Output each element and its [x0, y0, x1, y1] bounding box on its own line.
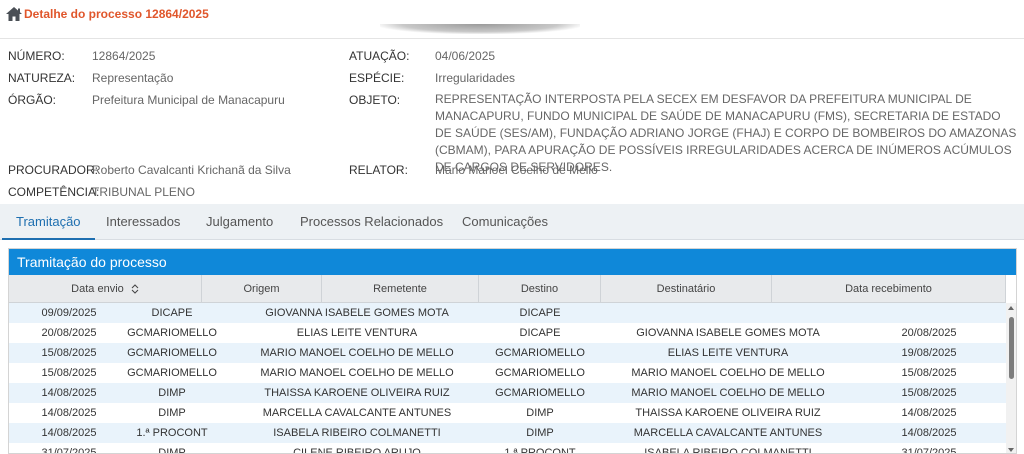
column-header-destinatario[interactable]: Destinatário: [601, 275, 772, 303]
column-header-remetente[interactable]: Remetente: [322, 275, 479, 303]
cell-remetente: ELIAS LEITE VENTURA: [296, 327, 418, 339]
cell-data-recebimento: [879, 303, 979, 323]
table-row[interactable]: 09/09/2025 DICAPE GIOVANNA ISABELE GOMES…: [9, 303, 1006, 323]
cell-destino: GCMARIOMELLO: [495, 367, 585, 379]
natureza-value: Representação: [92, 71, 174, 85]
tab-tramitacao[interactable]: Tramitação: [2, 204, 94, 240]
cell-destino: DICAPE: [519, 307, 561, 319]
cell-destinatario: GIOVANNA ISABELE GOMES MOTA: [636, 327, 820, 339]
numero-value: 12864/2025: [92, 49, 156, 63]
table-row[interactable]: 20/08/2025 GCMARIOMELLO ELIAS LEITE VENT…: [9, 323, 1006, 343]
cell-remetente: GIOVANNA ISABELE GOMES MOTA: [265, 307, 449, 319]
table-row[interactable]: 14/08/2025 1.ª PROCONT ISABELA RIBEIRO C…: [9, 423, 1006, 443]
cell-origem: DIMP: [158, 387, 186, 399]
table-row[interactable]: 14/08/2025 DIMP MARCELLA CAVALCANTE ANTU…: [9, 403, 1006, 423]
cell-data-recebimento: 14/08/2025: [901, 427, 957, 439]
cell-data-recebimento: 15/08/2025: [901, 367, 957, 379]
header-banner-image: [380, 24, 580, 34]
scroll-thumb[interactable]: [1009, 317, 1014, 379]
procurador-label: PROCURADOR:: [8, 163, 99, 177]
cell-destino: DIMP: [526, 407, 554, 419]
relator-value: Mario Manoel Coelho de Mello: [435, 163, 598, 177]
cell-destinatario: THAISSA KAROENE OLIVEIRA RUIZ: [635, 407, 821, 419]
cell-origem: 1.ª PROCONT: [136, 427, 208, 439]
cell-origem: DIMP: [158, 447, 186, 454]
sort-icon[interactable]: [131, 284, 139, 294]
column-header-origem[interactable]: Origem: [202, 275, 322, 303]
cell-origem: DICAPE: [151, 307, 193, 319]
cell-data-envio: 14/08/2025: [41, 387, 97, 399]
cell-data-envio: 14/08/2025: [41, 407, 97, 419]
cell-remetente: MARIO MANOEL COELHO DE MELLO: [260, 347, 454, 359]
cell-data-recebimento: 31/07/2025: [901, 447, 957, 454]
atuacao-label: ATUAÇÃO:: [349, 49, 410, 63]
cell-destinatario: ISABELA RIBEIRO COLMANETTI: [644, 447, 812, 454]
panel-title: Tramitação do processo: [9, 249, 1016, 275]
natureza-label: NATUREZA:: [8, 71, 76, 85]
cell-destino: GCMARIOMELLO: [495, 387, 585, 399]
cell-destinatario: MARCELLA CAVALCANTE ANTUNES: [633, 427, 823, 439]
cell-destino: DICAPE: [519, 327, 561, 339]
column-header-data-recebimento[interactable]: Data recebimento: [772, 275, 1006, 303]
cell-remetente: CILENE RIBEIRO ARUJO: [293, 447, 421, 454]
competencia-label: COMPETÊNCIA:: [8, 185, 100, 199]
especie-label: ESPÉCIE:: [349, 71, 405, 85]
cell-remetente: ISABELA RIBEIRO COLMANETTI: [273, 427, 441, 439]
table-row[interactable]: 31/07/2025 DIMP CILENE RIBEIRO ARUJO 1.ª…: [9, 443, 1006, 454]
numero-label: NÚMERO:: [8, 49, 65, 63]
scroll-down-icon[interactable]: [1008, 448, 1014, 452]
scroll-up-icon[interactable]: [1008, 306, 1014, 310]
table-row[interactable]: 14/08/2025 DIMP THAISSA KAROENE OLIVEIRA…: [9, 383, 1006, 403]
cell-data-recebimento: 19/08/2025: [901, 347, 957, 359]
home-icon[interactable]: [5, 6, 23, 22]
cell-destinatario: MARIO MANOEL COELHO DE MELLO: [631, 367, 825, 379]
table-row[interactable]: 15/08/2025 GCMARIOMELLO MARIO MANOEL COE…: [9, 343, 1006, 363]
cell-origem: GCMARIOMELLO: [127, 367, 217, 379]
procurador-value: Roberto Cavalcanti Krichanã da Silva: [92, 163, 291, 177]
cell-origem: GCMARIOMELLO: [127, 347, 217, 359]
cell-data-recebimento: 15/08/2025: [901, 387, 957, 399]
cell-data-envio: 15/08/2025: [41, 347, 97, 359]
cell-destinatario: MARIO MANOEL COELHO DE MELLO: [631, 387, 825, 399]
cell-remetente: MARCELLA CAVALCANTE ANTUNES: [262, 407, 452, 419]
cell-data-envio: 20/08/2025: [41, 327, 97, 339]
cell-remetente: MARIO MANOEL COELHO DE MELLO: [260, 367, 454, 379]
tramitacao-panel: Tramitação do processo Data envio Origem…: [8, 248, 1017, 454]
cell-data-envio: 15/08/2025: [41, 367, 97, 379]
tab-julgamento[interactable]: Julgamento: [206, 204, 273, 240]
cell-data-recebimento: 14/08/2025: [901, 407, 957, 419]
atuacao-value: 04/06/2025: [435, 49, 496, 63]
cell-data-envio: 09/09/2025: [41, 307, 97, 319]
orgao-label: ÓRGÃO:: [8, 93, 57, 107]
especie-value: Irregularidades: [435, 71, 516, 85]
column-header-data-envio[interactable]: Data envio: [9, 275, 202, 303]
cell-destinatario: [619, 303, 837, 323]
tab-processos-relacionados[interactable]: Processos Relacionados: [300, 204, 443, 240]
vertical-scrollbar[interactable]: [1006, 303, 1016, 453]
tab-comunicacoes[interactable]: Comunicações: [462, 204, 548, 240]
cell-data-envio: 31/07/2025: [41, 447, 97, 454]
table-header: Data envio Origem Remetente Destino Dest…: [9, 275, 1006, 303]
top-bar: Detalhe do processo 12864/2025: [0, 0, 1024, 34]
relator-label: RELATOR:: [349, 163, 408, 177]
competencia-value: TRIBUNAL PLENO: [92, 185, 195, 199]
tab-interessados[interactable]: Interessados: [106, 204, 180, 240]
cell-data-envio: 14/08/2025: [41, 427, 97, 439]
orgao-value: Prefeitura Municipal de Manacapuru: [92, 93, 285, 107]
page-title: Detalhe do processo 12864/2025: [24, 7, 209, 21]
table-row[interactable]: 15/08/2025 GCMARIOMELLO MARIO MANOEL COE…: [9, 363, 1006, 383]
cell-data-recebimento: 20/08/2025: [901, 327, 957, 339]
cell-destino: DIMP: [526, 427, 554, 439]
objeto-label: OBJETO:: [349, 93, 401, 107]
cell-destino: 1.ª PROCONT: [504, 447, 576, 454]
cell-origem: GCMARIOMELLO: [127, 327, 217, 339]
tab-bar: Tramitação Interessados Julgamento Proce…: [0, 204, 1024, 240]
column-header-destino[interactable]: Destino: [479, 275, 601, 303]
cell-remetente: THAISSA KAROENE OLIVEIRA RUIZ: [264, 387, 450, 399]
divider: [0, 38, 1024, 39]
cell-destino: GCMARIOMELLO: [495, 347, 585, 359]
column-header-label: Data envio: [71, 283, 124, 295]
cell-destinatario: ELIAS LEITE VENTURA: [667, 347, 789, 359]
cell-origem: DIMP: [158, 407, 186, 419]
